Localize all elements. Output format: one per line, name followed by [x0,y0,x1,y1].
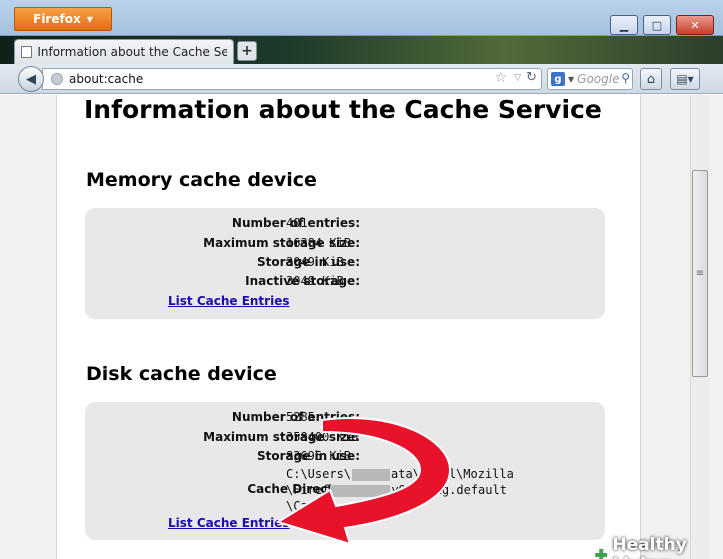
cache-dir-line-1: C:\Users\ ata\Local\Mozilla [286,466,514,482]
reload-icon[interactable]: ↻ [526,70,537,85]
row-value: 401 [286,216,308,230]
search-placeholder: Google [577,72,620,86]
window-titlebar: Firefox ▼ ▁ □ ✕ [0,0,723,36]
minimize-button[interactable]: ▁ [610,15,638,35]
row-value: 83695 KiB [286,449,352,463]
memory-row-max-size: Maximum storage size: 16384 KiB [85,236,605,255]
row-value: 3049 KiB [286,274,344,288]
disk-cache-heading: Disk cache device [86,363,277,385]
cache-dir-line-2: \Firef y944w6xg.default [286,482,514,498]
address-bar[interactable]: about:cache ☆ ▽ ↻ [42,68,542,90]
vertical-scrollbar[interactable]: ≡ [690,95,709,559]
address-text: about:cache [69,72,144,86]
grip-icon: ≡ [695,268,705,279]
search-bar[interactable]: g ▼ Google ⚲ [547,68,633,90]
bookmarks-button[interactable]: ▤▾ [670,68,700,90]
redacted-text [352,468,391,481]
new-tab-button[interactable]: + [237,41,257,61]
memory-cache-heading: Memory cache device [86,169,317,191]
cache-dir-text: \Cac [286,499,315,513]
row-value: 358400 KiB [286,430,359,444]
cache-dir-text: ata\Local\Mozilla [391,467,514,481]
disk-row-entries: Number of entries: 5285 [85,410,605,429]
search-engine-dropdown-icon[interactable]: ▼ [568,75,574,84]
redacted-text [330,484,391,497]
disk-list-cache-entries-link[interactable]: List Cache Entries [168,516,289,530]
back-arrow-icon: ◀ [26,71,36,87]
memory-row-inactive: Inactive storage: 3049 KiB [85,274,605,293]
page-viewport: Information about the Cache Service Memo… [0,95,723,559]
memory-cache-box: Number of entries: 401 Maximum storage s… [85,208,605,319]
bookmarks-icon: ▤▾ [676,72,694,86]
firefox-menu-button[interactable]: Firefox ▼ [14,7,112,31]
memory-row-in-use: Storage in use: 3049 KiB [85,255,605,274]
scrollbar-thumb[interactable]: ≡ [692,170,708,377]
disk-row-max-size: Maximum storage size: 358400 KiB [85,430,605,449]
page-title: Information about the Cache Service [84,95,602,124]
firefox-menu-label: Firefox [33,12,81,26]
close-button[interactable]: ✕ [676,15,714,35]
tab-cache-info[interactable]: Information about the Cache Se... [14,39,234,64]
page-icon [21,46,33,58]
star-icon[interactable]: ☆ [494,70,507,86]
tab-strip: Information about the Cache Se... + [0,36,723,64]
leaf-plus-icon [594,548,609,559]
cache-directory-value: C:\Users\ ata\Local\Mozilla \Firef y944w6x… [286,466,514,514]
disk-cache-box: Number of entries: 5285 Maximum storage … [85,402,605,540]
navigation-bar: about:cache ☆ ▽ ↻ ◀ g ▼ Google ⚲ ⌂ ▤▾ [0,64,723,94]
home-button[interactable]: ⌂ [640,68,662,90]
google-icon[interactable]: g [551,72,565,86]
close-icon: ✕ [690,18,700,32]
maximize-button[interactable]: □ [643,15,671,35]
cache-dir-text: C:\Users\ [286,467,352,481]
search-icon[interactable]: ⚲ [621,71,630,85]
healthy-living-watermark: Healthy Living [594,535,723,559]
home-icon: ⌂ [646,71,656,87]
memory-list-cache-entries-link[interactable]: List Cache Entries [168,294,289,308]
cache-dir-text: \Firef [286,483,330,497]
cache-dir-line-3: \Cac [286,498,514,514]
back-button[interactable]: ◀ [18,66,44,92]
tab-title: Information about the Cache Se... [37,45,227,59]
history-dropdown-icon[interactable]: ▽ [514,73,521,83]
watermark-text: Healthy Living [612,535,687,559]
cache-dir-text: y944w6xg.default [391,483,507,497]
plus-icon: + [241,43,253,59]
row-value: 3049 KiB [286,255,344,269]
chevron-down-icon: ▼ [86,14,93,24]
row-value: 5285 [286,410,315,424]
globe-icon [51,73,63,85]
memory-row-entries: Number of entries: 401 [85,216,605,235]
row-value: 16384 KiB [286,236,352,250]
maximize-icon: □ [651,18,663,32]
minimize-icon: ▁ [619,18,629,32]
